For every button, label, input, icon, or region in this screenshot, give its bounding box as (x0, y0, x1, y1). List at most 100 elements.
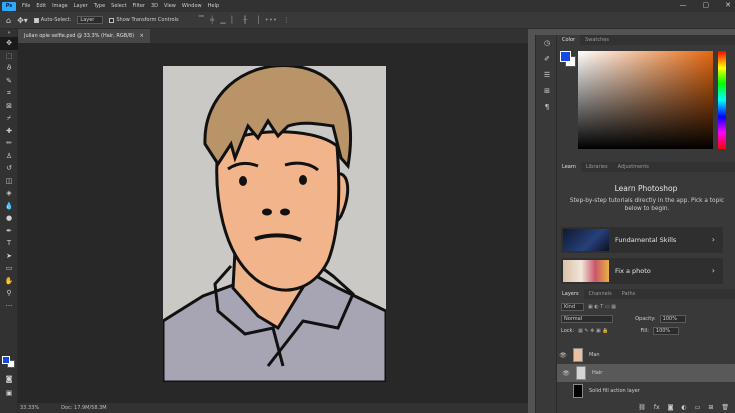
auto-select-option[interactable]: Auto-Select: (33, 17, 71, 23)
document-info[interactable]: Doc: 17.9M/58.3M (61, 403, 107, 413)
clone-stamp-icon[interactable]: ♙ (0, 150, 18, 163)
opacity-field[interactable]: 100% (659, 314, 686, 323)
align-icons: ▔ ╪ ▁ ▏ ╫ ▕ ••• ⋮ (199, 16, 290, 24)
tab-libraries[interactable]: Libraries (581, 162, 613, 172)
align-left-icon[interactable]: ▏ (232, 16, 237, 24)
lasso-tool-icon[interactable]: ϑ (0, 62, 18, 75)
tab-adjustments[interactable]: Adjustments (613, 162, 654, 172)
transform-controls-option[interactable]: Show Transform Controls (109, 17, 179, 23)
history-icon[interactable]: ◷ (536, 35, 558, 51)
align-hcenter-icon[interactable]: ╫ (243, 16, 247, 24)
shape-tool-icon[interactable]: ▭ (0, 262, 18, 275)
close-tab-icon[interactable]: × (140, 33, 144, 39)
canvas-workspace[interactable] (18, 43, 528, 403)
layer-style-icon[interactable]: fx (654, 404, 660, 411)
new-group-icon[interactable]: ▭ (695, 404, 701, 411)
learn-card-fundamental-skills[interactable]: Fundamental Skills › (561, 227, 723, 253)
maximize-button[interactable]: ▢ (703, 1, 710, 9)
pen-tool-icon[interactable]: ✒ (0, 225, 18, 238)
menu-file[interactable]: File (22, 3, 30, 9)
more-tools-icon[interactable]: ··· (0, 300, 18, 313)
fill-field[interactable]: 100% (652, 326, 680, 335)
menu-layer[interactable]: Layer (74, 3, 88, 9)
eraser-tool-icon[interactable]: ◫ (0, 175, 18, 188)
adjustment-layer-icon[interactable]: ◐ (681, 404, 686, 411)
tab-layers[interactable]: Layers (557, 289, 584, 299)
layer-row-man[interactable]: 👁 Man (557, 346, 735, 364)
document-tab[interactable]: Julian opie selfie.psd @ 33.3% (Hair, RG… (18, 29, 150, 43)
brush-tool-icon[interactable]: ✏ (0, 137, 18, 150)
hue-slider[interactable] (718, 51, 726, 149)
blur-tool-icon[interactable]: 💧 (0, 200, 18, 213)
document-tab-title: Julian opie selfie.psd @ 33.3% (Hair, RG… (24, 33, 135, 39)
history-brush-icon[interactable]: ↺ (0, 162, 18, 175)
move-tool-icon[interactable]: ✥▾ (17, 16, 28, 25)
document-canvas[interactable] (163, 66, 386, 382)
home-icon[interactable]: ⌂ (6, 16, 11, 25)
zoom-level[interactable]: 33.33% (20, 403, 39, 413)
add-mask-icon[interactable]: ◙ (668, 404, 674, 411)
eyedropper-tool-icon[interactable]: ⌿ (0, 112, 18, 125)
blend-mode-dropdown[interactable]: Normal (561, 314, 614, 323)
menu-select[interactable]: Select (111, 3, 126, 9)
zoom-tool-icon[interactable]: ⚲ (0, 287, 18, 300)
tab-channels[interactable]: Channels (584, 289, 617, 299)
character-icon[interactable]: ¶ (536, 99, 558, 115)
tab-learn[interactable]: Learn (557, 162, 581, 172)
properties-icon[interactable]: ☰ (536, 67, 558, 83)
link-layers-icon[interactable]: ⛓ (638, 404, 646, 411)
panel-foreground-swatch[interactable] (560, 51, 571, 62)
color-swatches[interactable] (2, 356, 16, 368)
frame-tool-icon[interactable]: ⊠ (0, 100, 18, 113)
path-select-icon[interactable]: ➤ (0, 250, 18, 263)
brush-settings-icon[interactable]: ✐ (536, 51, 558, 67)
menu-3d[interactable]: 3D (151, 3, 158, 9)
menu-type[interactable]: Type (94, 3, 105, 9)
menu-filter[interactable]: Filter (133, 3, 145, 9)
healing-brush-icon[interactable]: ✚ (0, 125, 18, 138)
screen-mode-icon[interactable]: ▣ (0, 387, 18, 400)
menu-window[interactable]: Window (182, 3, 202, 9)
quick-mask-icon[interactable]: ◙ (0, 373, 18, 386)
eye-icon[interactable]: 👁 (560, 370, 572, 377)
crop-tool-icon[interactable]: ⌗ (0, 87, 18, 100)
type-tool-icon[interactable]: T (0, 237, 18, 250)
align-right-icon[interactable]: ▕ (253, 16, 258, 24)
align-vcenter-icon[interactable]: ╪ (210, 16, 214, 24)
auto-select-checkbox[interactable] (33, 17, 39, 23)
transform-controls-checkbox[interactable] (109, 17, 115, 23)
minimize-button[interactable]: — (680, 1, 687, 9)
layer-row-solid-fill[interactable]: Solid fill action layer (557, 382, 735, 400)
auto-select-target-dropdown[interactable]: Layer (77, 16, 104, 24)
tab-paths[interactable]: Paths (617, 289, 641, 299)
move-tool-icon[interactable]: ✥ (0, 37, 18, 50)
foreground-color-swatch[interactable] (2, 356, 10, 364)
menu-edit[interactable]: Edit (36, 3, 46, 9)
color-picker-field[interactable] (578, 51, 713, 149)
eye-icon[interactable]: 👁 (557, 352, 569, 359)
filter-kind-dropdown[interactable]: Kind (561, 302, 585, 311)
menu-help[interactable]: Help (208, 3, 219, 9)
lock-icons[interactable]: ▦ ✎ ✥ ▣ 🔒 (578, 328, 608, 334)
new-layer-icon[interactable]: ⊞ (708, 404, 713, 411)
filter-icons[interactable]: ▣ ◐ T ▭ ▦ (588, 304, 616, 310)
tab-swatches[interactable]: Swatches (580, 35, 614, 45)
collapse-icon[interactable]: » (0, 29, 18, 37)
delete-layer-icon[interactable]: 🗑 (721, 404, 729, 411)
close-window-button[interactable]: ✕ (725, 1, 731, 9)
adjust-icon[interactable]: ⊞ (536, 83, 558, 99)
hand-tool-icon[interactable]: ✋ (0, 275, 18, 288)
distribute-icon[interactable]: ⋮ (283, 16, 290, 24)
more-options-icon[interactable]: ••• (265, 16, 277, 24)
tab-color[interactable]: Color (557, 35, 581, 45)
align-bottom-icon[interactable]: ▁ (220, 16, 225, 24)
learn-card-fix-a-photo[interactable]: Fix a photo › (561, 258, 723, 284)
layer-row-hair[interactable]: 👁 Hair (557, 364, 735, 382)
marquee-tool-icon[interactable]: ⬚ (0, 50, 18, 63)
align-top-icon[interactable]: ▔ (199, 16, 204, 24)
paint-bucket-icon[interactable]: ◈ (0, 187, 18, 200)
menu-image[interactable]: Image (52, 3, 68, 9)
menu-view[interactable]: View (164, 3, 176, 9)
quick-select-tool-icon[interactable]: ✎ (0, 75, 18, 88)
dodge-tool-icon[interactable]: ● (0, 212, 18, 225)
